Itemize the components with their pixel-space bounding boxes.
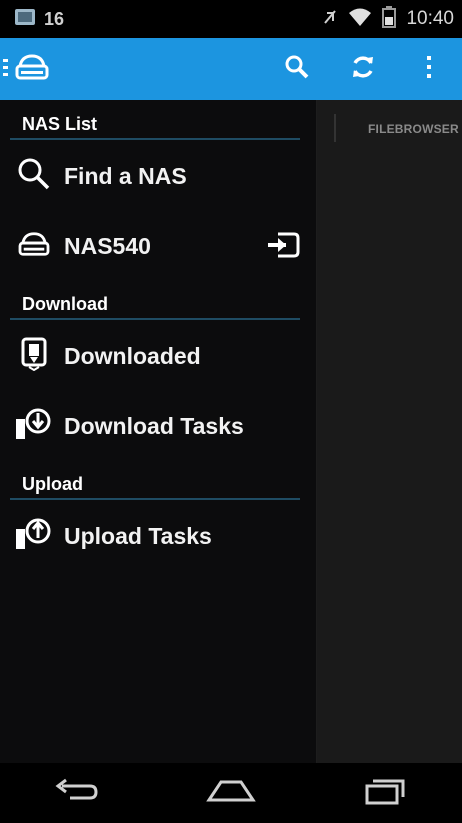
downloaded-icon [21, 337, 47, 376]
overflow-menu-button[interactable] [396, 38, 462, 100]
drawer-item-download-tasks[interactable]: Download Tasks [10, 398, 310, 454]
drawer-item-label: Find a NAS [64, 162, 187, 189]
drawer-item-label: Downloaded [64, 342, 201, 369]
nas-drive-icon [17, 230, 51, 263]
back-button[interactable] [32, 763, 122, 823]
no-sound-icon [322, 7, 338, 32]
notification-count: 16 [44, 8, 65, 29]
status-bar: 16 10:40 [0, 0, 462, 38]
wifi-icon [348, 7, 372, 32]
search-icon [17, 157, 51, 196]
drawer-item-find-nas[interactable]: Find a NAS [10, 148, 310, 204]
drawer-item-label: NAS540 [64, 232, 151, 259]
download-tasks-icon [14, 407, 54, 446]
section-header-upload: Upload [22, 474, 83, 494]
section-divider [10, 318, 300, 320]
back-icon [54, 778, 100, 809]
drawer-indicator-icon [2, 56, 10, 83]
recent-apps-icon [364, 777, 406, 810]
search-button[interactable] [264, 38, 330, 100]
search-icon [283, 53, 311, 86]
navigation-bar [0, 763, 462, 823]
content-panel [316, 100, 462, 763]
home-button[interactable] [186, 763, 276, 823]
battery-icon [382, 5, 397, 33]
section-header-nas-list: NAS List [22, 114, 98, 134]
home-icon [206, 778, 256, 809]
refresh-button[interactable] [330, 38, 396, 100]
refresh-icon [349, 53, 377, 86]
image-notification-icon [14, 8, 36, 31]
drawer-item-upload-tasks[interactable]: Upload Tasks [10, 508, 310, 564]
tab-filebrowser[interactable]: FILEBROWSER [368, 122, 459, 136]
drawer-toggle-button[interactable] [0, 38, 50, 100]
action-bar [0, 38, 462, 100]
drawer-item-nas540[interactable]: NAS540 [10, 218, 310, 274]
nas-drive-icon [14, 52, 50, 87]
section-header-download: Download [22, 294, 108, 314]
drawer-item-downloaded[interactable]: Downloaded [10, 328, 310, 384]
section-divider [10, 138, 300, 140]
navigation-drawer: NAS List Find a NAS NAS540 Download Down… [0, 100, 317, 763]
tab-divider [334, 114, 336, 142]
drawer-item-label: Upload Tasks [64, 522, 212, 549]
section-divider [10, 498, 300, 500]
status-time: 10:40 [406, 8, 454, 29]
recent-apps-button[interactable] [340, 763, 430, 823]
overflow-menu-icon [425, 54, 433, 85]
drawer-item-label: Download Tasks [64, 412, 244, 439]
upload-tasks-icon [14, 517, 54, 556]
logout-icon[interactable] [264, 230, 300, 265]
